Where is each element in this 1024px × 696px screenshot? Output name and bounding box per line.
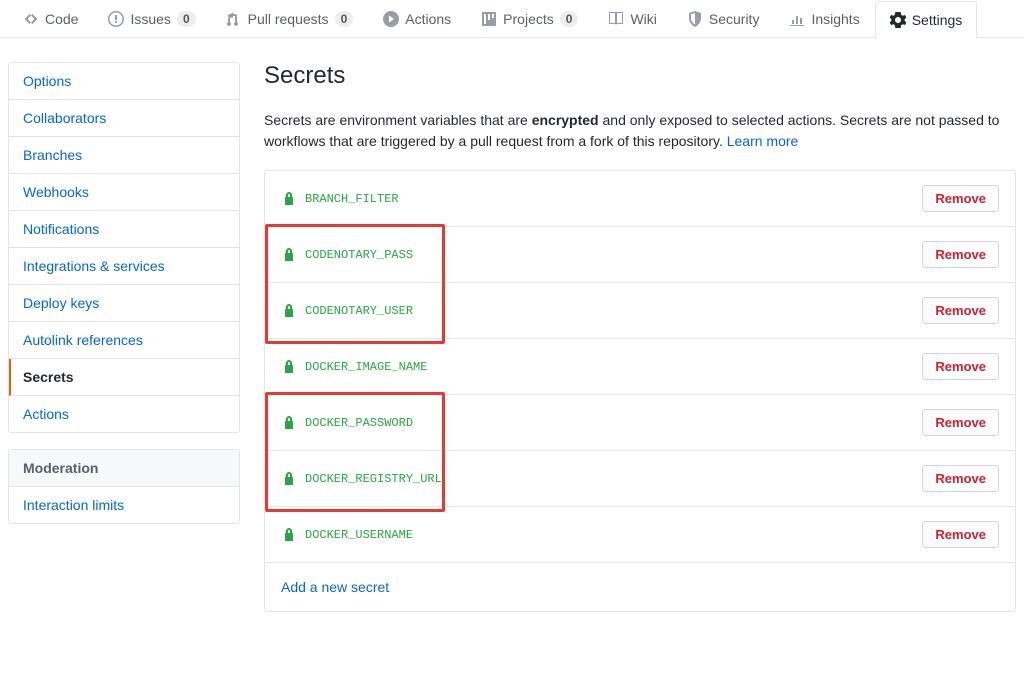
- add-new-secret-link[interactable]: Add a new secret: [281, 579, 389, 595]
- tab-code[interactable]: Code: [8, 0, 93, 37]
- add-secret-row: Add a new secret: [265, 563, 1015, 611]
- lock-icon: [281, 415, 295, 431]
- sidebar-item-actions[interactable]: Actions: [9, 396, 239, 432]
- sidebar-item-autolink-references[interactable]: Autolink references: [9, 322, 239, 359]
- shield-icon: [687, 11, 703, 27]
- tab-label: Settings: [912, 12, 963, 28]
- lock-icon: [281, 191, 295, 207]
- tab-counter: 0: [177, 11, 196, 27]
- secret-name: DOCKER_REGISTRY_URL: [305, 472, 442, 486]
- lock-icon: [281, 303, 295, 319]
- secret-name: DOCKER_PASSWORD: [305, 416, 413, 430]
- remove-button[interactable]: Remove: [922, 297, 999, 324]
- secrets-description: Secrets are environment variables that a…: [264, 110, 1016, 152]
- tab-label: Issues: [130, 11, 170, 27]
- lock-icon: [281, 247, 295, 263]
- remove-button[interactable]: Remove: [922, 353, 999, 380]
- sidebar-item-secrets[interactable]: Secrets: [9, 359, 239, 396]
- remove-button[interactable]: Remove: [922, 185, 999, 212]
- tab-label: Pull requests: [248, 11, 329, 27]
- sidebar-item-notifications[interactable]: Notifications: [9, 211, 239, 248]
- secret-row: BRANCH_FILTER Remove: [265, 171, 1015, 227]
- secret-row: DOCKER_REGISTRY_URL Remove: [265, 451, 1015, 507]
- lock-icon: [281, 527, 295, 543]
- sidebar-item-webhooks[interactable]: Webhooks: [9, 174, 239, 211]
- tab-actions[interactable]: Actions: [368, 0, 466, 37]
- settings-menu-primary: OptionsCollaboratorsBranchesWebhooksNoti…: [8, 62, 240, 433]
- issue-icon: [108, 11, 124, 27]
- remove-button[interactable]: Remove: [922, 241, 999, 268]
- remove-button[interactable]: Remove: [922, 521, 999, 548]
- graph-icon: [789, 11, 805, 27]
- secrets-list: BRANCH_FILTER Remove CODENOTARY_PASS Remove…: [264, 170, 1016, 612]
- moderation-heading: Moderation: [9, 450, 239, 487]
- tab-counter: 0: [335, 11, 354, 27]
- tab-label: Actions: [405, 11, 451, 27]
- tab-settings[interactable]: Settings: [875, 1, 978, 38]
- page-title: Secrets: [264, 62, 1016, 90]
- tab-issues[interactable]: Issues 0: [93, 0, 210, 37]
- tab-security[interactable]: Security: [672, 0, 775, 37]
- code-icon: [23, 11, 39, 27]
- sidebar-item-branches[interactable]: Branches: [9, 137, 239, 174]
- tab-wiki[interactable]: Wiki: [593, 0, 671, 37]
- pr-icon: [226, 11, 242, 27]
- secret-name: DOCKER_USERNAME: [305, 528, 413, 542]
- secret-row: CODENOTARY_PASS Remove: [265, 227, 1015, 283]
- tab-label: Code: [45, 11, 78, 27]
- remove-button[interactable]: Remove: [922, 465, 999, 492]
- learn-more-link[interactable]: Learn more: [727, 133, 799, 149]
- tab-label: Security: [709, 11, 760, 27]
- secret-name: CODENOTARY_USER: [305, 304, 413, 318]
- sidebar-item-integrations-services[interactable]: Integrations & services: [9, 248, 239, 285]
- play-icon: [383, 11, 399, 27]
- project-icon: [481, 11, 497, 27]
- lock-icon: [281, 471, 295, 487]
- secret-row: DOCKER_PASSWORD Remove: [265, 395, 1015, 451]
- repo-nav: Code Issues 0 Pull requests 0 Actions Projects…: [0, 0, 1024, 38]
- tab-counter: 0: [560, 11, 579, 27]
- sidebar-item-deploy-keys[interactable]: Deploy keys: [9, 285, 239, 322]
- tab-label: Projects: [503, 11, 554, 27]
- tab-pull-requests[interactable]: Pull requests 0: [211, 0, 369, 37]
- secret-row: DOCKER_IMAGE_NAME Remove: [265, 339, 1015, 395]
- tab-label: Wiki: [630, 11, 656, 27]
- gear-icon: [890, 12, 906, 28]
- secret-row: CODENOTARY_USER Remove: [265, 283, 1015, 339]
- book-icon: [608, 11, 624, 27]
- sidebar-item-interaction-limits[interactable]: Interaction limits: [9, 487, 239, 523]
- settings-menu-moderation: Moderation Interaction limits: [8, 449, 240, 524]
- secret-name: BRANCH_FILTER: [305, 192, 399, 206]
- sidebar-item-options[interactable]: Options: [9, 63, 239, 100]
- tab-insights[interactable]: Insights: [774, 0, 874, 37]
- secret-name: CODENOTARY_PASS: [305, 248, 413, 262]
- secret-name: DOCKER_IMAGE_NAME: [305, 360, 427, 374]
- lock-icon: [281, 359, 295, 375]
- secret-row: DOCKER_USERNAME Remove: [265, 507, 1015, 563]
- sidebar-item-collaborators[interactable]: Collaborators: [9, 100, 239, 137]
- remove-button[interactable]: Remove: [922, 409, 999, 436]
- settings-sidebar: OptionsCollaboratorsBranchesWebhooksNoti…: [8, 62, 240, 612]
- tab-projects[interactable]: Projects 0: [466, 0, 593, 37]
- main-content: Secrets Secrets are environment variable…: [264, 62, 1016, 612]
- tab-label: Insights: [811, 11, 859, 27]
